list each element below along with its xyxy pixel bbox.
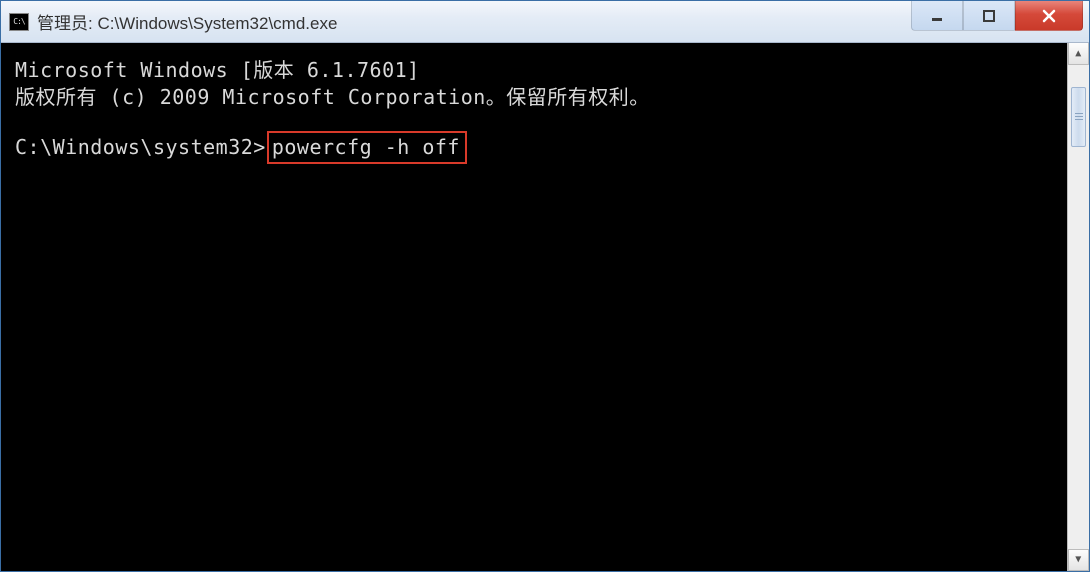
close-button[interactable]: [1015, 1, 1083, 31]
minimize-icon: [930, 9, 944, 23]
cmd-icon: C:\: [9, 13, 29, 31]
terminal-prompt: C:\Windows\system32>: [15, 134, 266, 161]
vertical-scrollbar[interactable]: ▲ ▼: [1067, 43, 1089, 571]
command-highlight-box: powercfg -h off: [267, 131, 467, 164]
terminal-line-copyright: 版权所有 (c) 2009 Microsoft Corporation。保留所有…: [15, 84, 1079, 111]
close-icon: [1041, 9, 1057, 23]
maximize-button[interactable]: [963, 1, 1015, 31]
scroll-up-button[interactable]: ▲: [1068, 43, 1089, 65]
chevron-up-icon: ▲: [1075, 47, 1082, 61]
terminal-area[interactable]: Microsoft Windows [版本 6.1.7601] 版权所有 (c)…: [1, 43, 1089, 571]
scroll-down-button[interactable]: ▼: [1068, 549, 1089, 571]
titlebar[interactable]: C:\ 管理员: C:\Windows\System32\cmd.exe: [1, 1, 1089, 43]
window-title: 管理员: C:\Windows\System32\cmd.exe: [37, 9, 911, 34]
minimize-button[interactable]: [911, 1, 963, 31]
terminal-prompt-line: C:\Windows\system32> powercfg -h off: [15, 131, 1079, 164]
maximize-icon: [982, 9, 996, 23]
scroll-thumb[interactable]: [1071, 87, 1086, 147]
terminal-command: powercfg -h off: [272, 135, 460, 159]
chevron-down-icon: ▼: [1075, 553, 1082, 567]
cmd-window: C:\ 管理员: C:\Windows\System32\cmd.exe Mic…: [0, 0, 1090, 572]
terminal-line-version: Microsoft Windows [版本 6.1.7601]: [15, 57, 1079, 84]
window-controls: [911, 1, 1089, 42]
scroll-grip-icon: [1075, 113, 1083, 121]
